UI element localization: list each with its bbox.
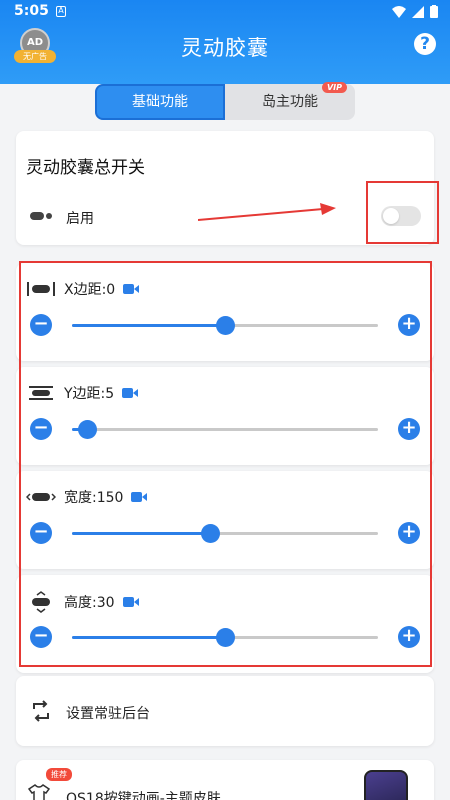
notification-icon: A: [56, 6, 66, 17]
recommended-card[interactable]: 推荐 OS18按键动画-主题皮肤: [16, 760, 434, 800]
tab-islander[interactable]: 岛主功能 VIP: [225, 82, 355, 120]
recommended-label: OS18按键动画-主题皮肤: [66, 791, 221, 800]
capsule-icon: [30, 212, 52, 220]
tab-islander-label: 岛主功能: [262, 94, 318, 110]
sliders-highlight-box: [19, 261, 432, 667]
app-header: 5:05 A AD 无广告 灵动胶囊 ?: [0, 0, 450, 84]
status-time: 5:05: [14, 3, 49, 19]
vip-badge: VIP: [321, 82, 347, 93]
battery-icon: [430, 5, 438, 18]
swap-icon: [33, 700, 49, 722]
annotation-arrow: [198, 203, 336, 221]
tab-bar: 基础功能 岛主功能 VIP: [95, 82, 355, 120]
status-icons: [392, 5, 438, 18]
page-title: 灵动胶囊: [181, 36, 269, 60]
signal-icon: [412, 5, 424, 18]
tshirt-icon: [28, 784, 50, 800]
recommend-badge: 推荐: [46, 768, 72, 781]
help-icon[interactable]: ?: [414, 33, 436, 55]
tab-basic[interactable]: 基础功能: [95, 84, 225, 120]
theme-preview-image: [364, 770, 408, 800]
toggle-highlight-box: [366, 181, 439, 244]
wifi-icon: [392, 5, 406, 18]
resident-background-label: 设置常驻后台: [66, 706, 150, 722]
master-switch-title: 灵动胶囊总开关: [26, 158, 145, 178]
resident-background-card[interactable]: 设置常驻后台: [16, 676, 434, 746]
status-bar: 5:05 A: [0, 0, 450, 24]
enable-label: 启用: [66, 211, 94, 227]
